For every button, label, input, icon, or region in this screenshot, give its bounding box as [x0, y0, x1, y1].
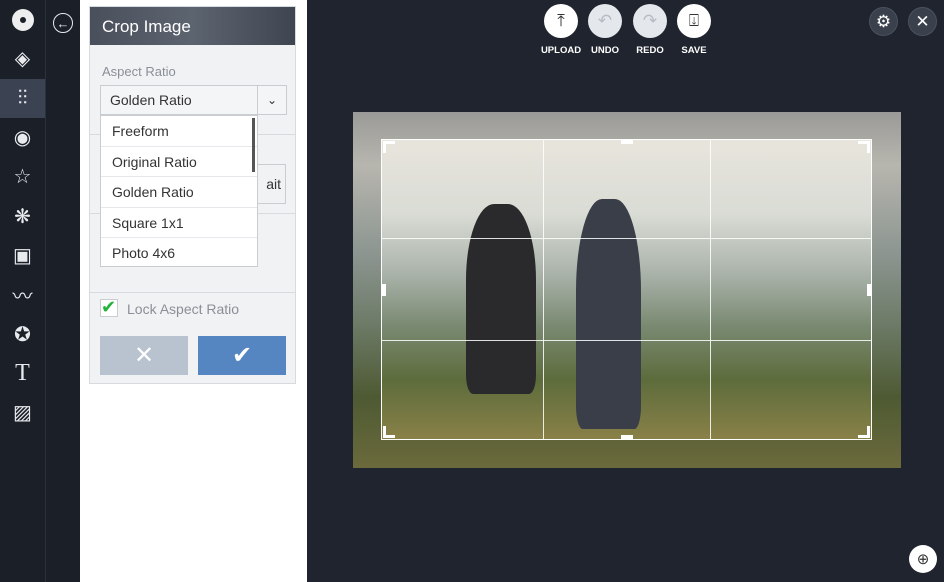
- undo-label: UNDO: [591, 45, 619, 56]
- aspect-ratio-dropdown: Freeform Original Ratio Golden Ratio Squ…: [100, 115, 258, 267]
- option-golden-ratio[interactable]: Golden Ratio: [101, 177, 257, 208]
- undo-icon: ↶: [588, 4, 622, 38]
- lock-aspect-checkbox[interactable]: ✔: [100, 298, 118, 317]
- crop-corner-br[interactable]: [858, 426, 870, 438]
- eye-icon[interactable]: ◉: [0, 118, 45, 157]
- badge-icon[interactable]: ✪: [0, 314, 45, 353]
- cancel-button[interactable]: ✕: [100, 336, 188, 375]
- settings-gear-icon[interactable]: ⚙: [869, 7, 898, 36]
- apply-button[interactable]: ✔: [198, 336, 286, 375]
- chevron-down-icon[interactable]: ⌄: [257, 86, 286, 114]
- redo-icon: ↷: [633, 4, 667, 38]
- mustache-icon[interactable]: 〰: [0, 275, 45, 314]
- selected-value: Golden Ratio: [110, 92, 192, 108]
- option-original-ratio[interactable]: Original Ratio: [101, 147, 257, 177]
- upload-label: UPLOAD: [540, 45, 582, 56]
- option-square[interactable]: Square 1x1: [101, 208, 257, 238]
- flower-icon[interactable]: ❋: [0, 196, 45, 235]
- aspect-ratio-select[interactable]: Golden Ratio ⌄: [100, 85, 287, 115]
- crop-border: [381, 139, 872, 440]
- logo-icon[interactable]: [0, 0, 45, 39]
- crop-handle-top[interactable]: [621, 140, 633, 144]
- save-label: SAVE: [681, 45, 707, 56]
- crop-corner-bl[interactable]: [383, 426, 395, 438]
- undo-button[interactable]: ↶ UNDO: [583, 4, 627, 56]
- redo-button[interactable]: ↷ REDO: [628, 4, 672, 56]
- tool-sidebar: ◈ ⫶⫶ ◉ ☆ ❋ ▣ 〰 ✪ T ▨: [0, 0, 46, 582]
- crop-corner-tl[interactable]: [383, 141, 395, 153]
- zoom-in-icon[interactable]: ⊕: [909, 545, 937, 573]
- back-arrow-icon[interactable]: ←: [53, 13, 73, 33]
- upload-button[interactable]: ⤒ UPLOAD: [539, 4, 583, 56]
- save-button[interactable]: ⍗ SAVE: [672, 4, 716, 56]
- redo-label: REDO: [636, 45, 664, 56]
- frame-icon[interactable]: ▣: [0, 236, 45, 275]
- upload-icon: ⤒: [544, 4, 578, 38]
- dropdown-scrollbar[interactable]: [252, 118, 255, 172]
- save-icon: ⍗: [677, 4, 711, 38]
- divider: [90, 292, 295, 293]
- close-editor-icon[interactable]: ✕: [908, 7, 937, 36]
- layers-icon[interactable]: ◈: [0, 39, 45, 78]
- close-icon: ✕: [133, 342, 155, 369]
- crop-handle-bottom[interactable]: [621, 435, 633, 439]
- crop-handle-right[interactable]: [867, 284, 871, 296]
- aspect-ratio-label: Aspect Ratio: [102, 64, 176, 79]
- option-freeform[interactable]: Freeform: [101, 116, 257, 147]
- crop-handle-left[interactable]: [382, 284, 386, 296]
- star-icon[interactable]: ☆: [0, 157, 45, 196]
- adjust-sliders-icon[interactable]: ⫶⫶: [0, 78, 45, 118]
- texture-icon[interactable]: ▨: [0, 393, 45, 432]
- check-icon: ✔: [231, 342, 253, 369]
- text-icon[interactable]: T: [0, 354, 45, 393]
- crop-panel: Crop Image Aspect Ratio Golden Ratio ⌄ ai…: [89, 6, 296, 384]
- option-photo-4x6[interactable]: Photo 4x6: [101, 238, 257, 266]
- crop-corner-tr[interactable]: [858, 141, 870, 153]
- lock-aspect-label: Lock Aspect Ratio: [127, 301, 240, 317]
- crop-area[interactable]: [381, 139, 872, 440]
- panel-title: Crop Image: [90, 7, 295, 45]
- secondary-rail: [46, 0, 80, 582]
- photo-canvas[interactable]: [353, 112, 901, 468]
